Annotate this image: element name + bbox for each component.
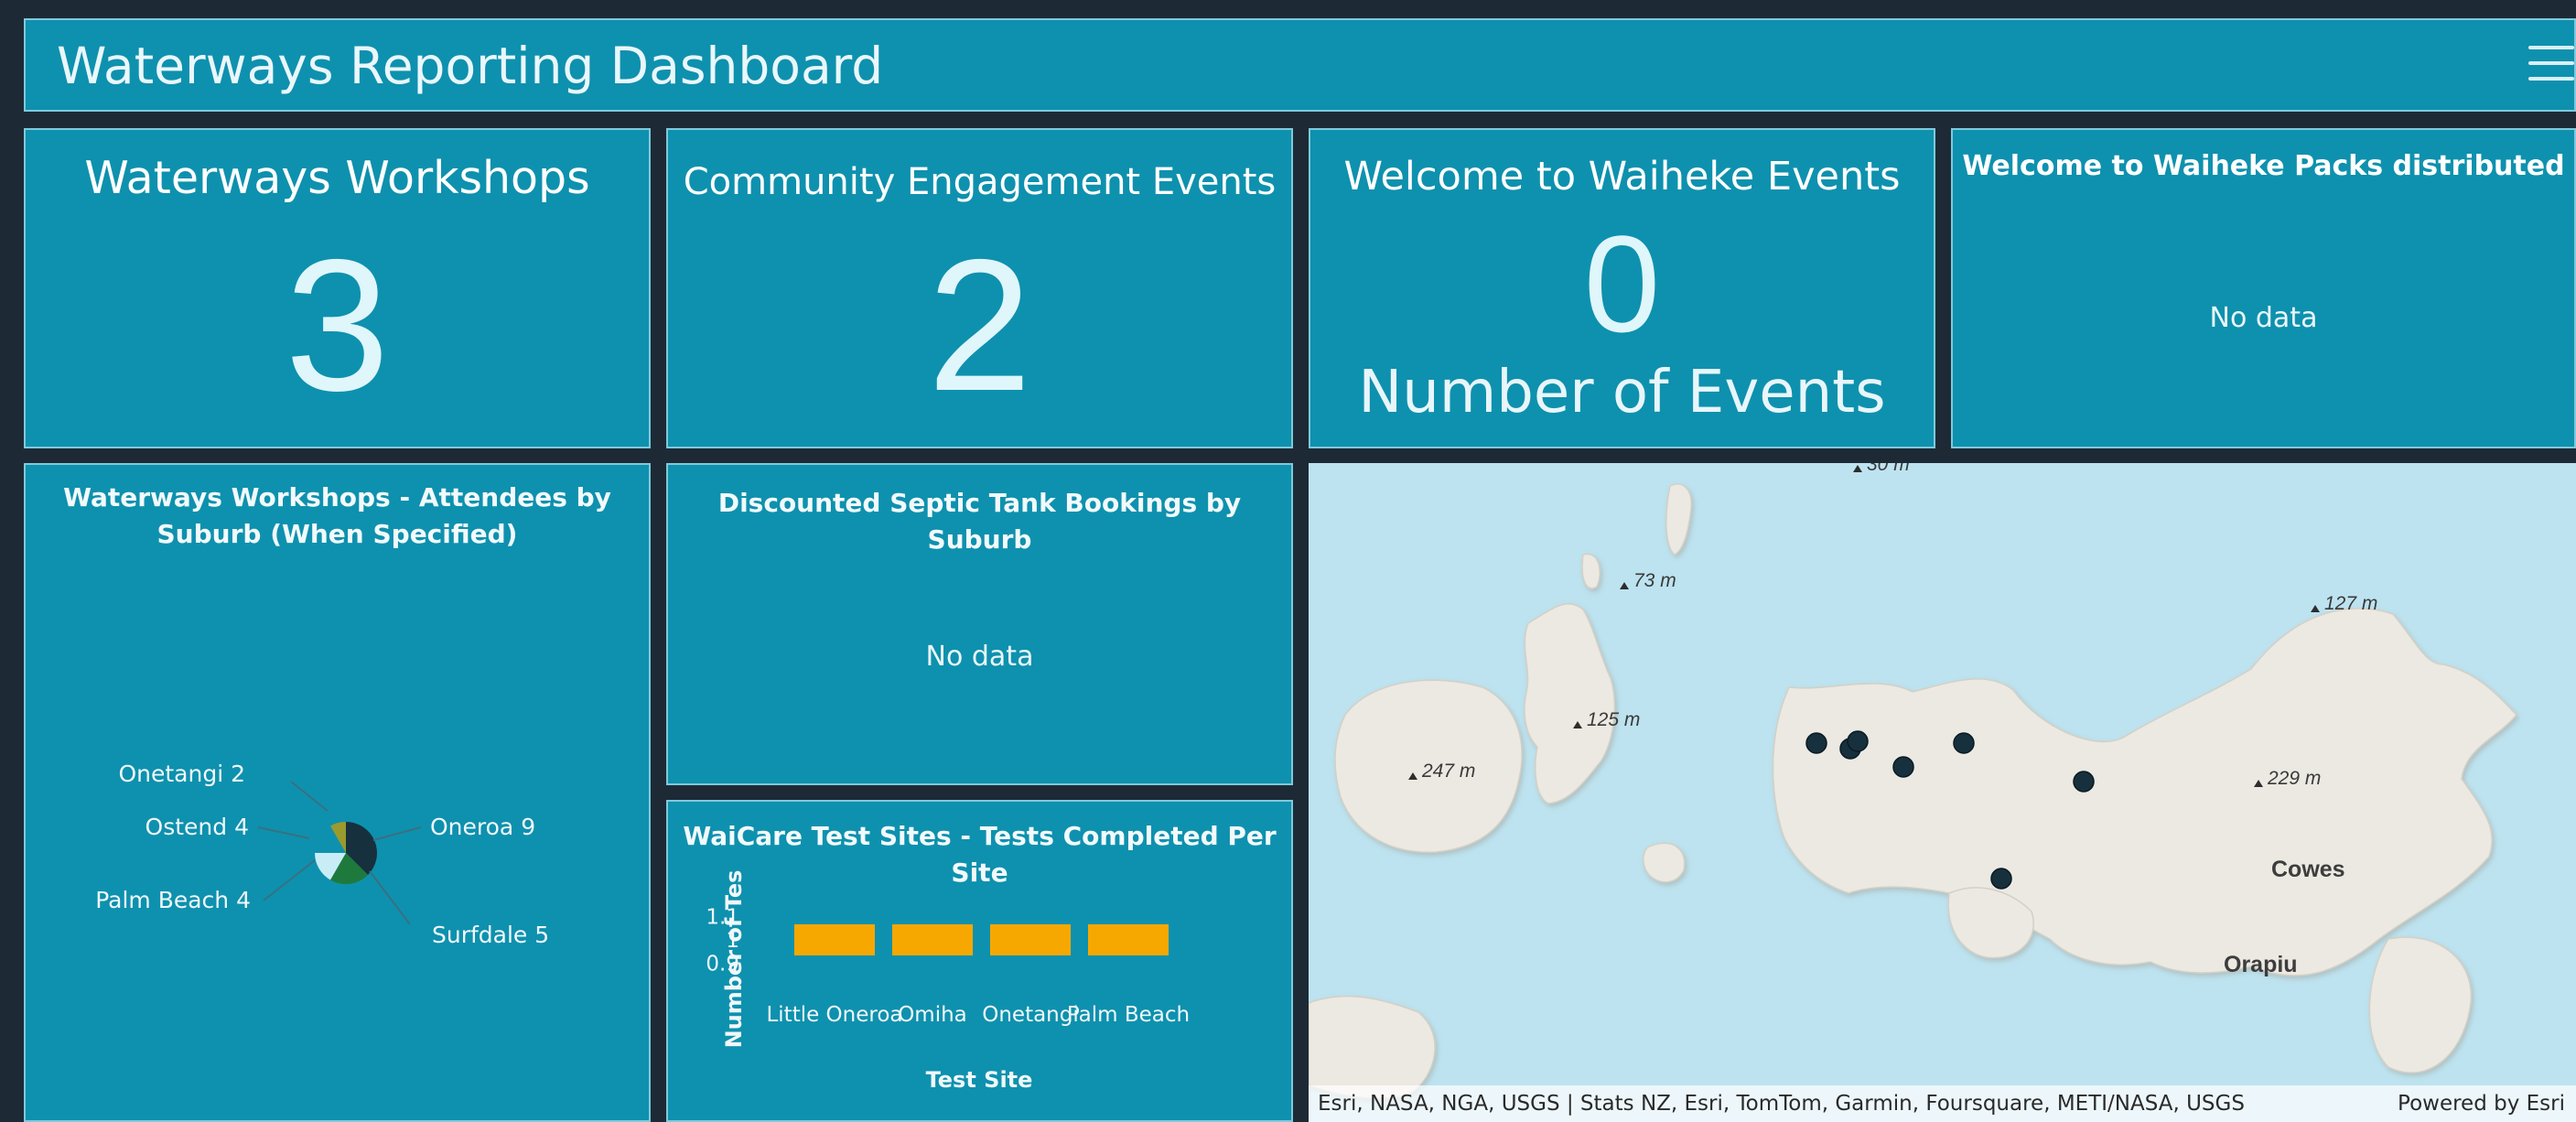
elevation-label-73: 73 m (1633, 570, 1676, 591)
map-canvas: 30 m 73 m 125 m 247 m 127 m 229 m Cowes … (1309, 463, 2518, 1099)
bar-omiha[interactable] (892, 924, 973, 955)
attribution-text: Esri, NASA, NGA, USGS | Stats NZ, Esri, … (1318, 1092, 2245, 1116)
x-axis-label: Test Site (926, 1067, 1033, 1093)
test-site-marker[interactable] (1847, 730, 1869, 752)
y-axis-label: Number of Tes (721, 870, 747, 1049)
indicator-bottom-text: Number of Events (1358, 359, 1886, 426)
pie-label-palm-beach: Palm Beach 4 (95, 887, 251, 913)
x-tick-label: Omiha (898, 1003, 967, 1027)
indicator-title: Waterways Workshops (84, 152, 590, 204)
dashboard-title: Waterways Reporting Dashboard (57, 37, 884, 95)
elevation-label-229: 229 m (2267, 768, 2321, 789)
test-site-marker[interactable] (2073, 771, 2095, 793)
dashboard-header: Waterways Reporting Dashboard (24, 18, 2576, 112)
test-site-marker[interactable] (1990, 868, 2012, 890)
pie-label-oneroa: Oneroa 9 (430, 814, 535, 840)
pie-chart-panel: Waterways Workshops - Attendees by Subur… (24, 463, 651, 1122)
indicator-community-engagement-events: Community Engagement Events 2 (666, 128, 1293, 448)
test-site-marker[interactable] (1805, 732, 1827, 754)
place-label-orapiu: Orapiu (2224, 952, 2298, 977)
x-tick-label: Palm Beach (1067, 1003, 1190, 1027)
test-site-marker[interactable] (1953, 732, 1975, 754)
map-view[interactable]: 30 m 73 m 125 m 247 m 127 m 229 m Cowes … (1309, 463, 2576, 1122)
x-tick-label: Onetangi (982, 1003, 1079, 1027)
indicator-value: 0 (1583, 207, 1661, 361)
indicator-value: 3 (285, 221, 390, 430)
indicator-waterways-workshops: Waterways Workshops 3 (24, 128, 651, 448)
pie-label-surfdale: Surfdale 5 (432, 922, 549, 948)
bar-palm-beach[interactable] (1088, 924, 1169, 955)
map-attribution: Esri, NASA, NGA, USGS | Stats NZ, Esri, … (1309, 1085, 2576, 1122)
place-label-cowes: Cowes (2271, 857, 2345, 882)
bar-onetangi[interactable] (990, 924, 1071, 955)
indicator-value: 2 (927, 221, 1032, 430)
no-data-text: No data (925, 641, 1034, 673)
test-site-marker[interactable] (1892, 756, 1914, 778)
indicator-title: Welcome to Waiheke Packs distributed (1962, 150, 2565, 182)
septic-bookings-title: Discounted Septic Tank Bookings by Subur… (717, 488, 1242, 555)
indicator-welcome-packs-distributed: Welcome to Waiheke Packs distributed No … (1951, 128, 2576, 448)
pie-label-ostend: Ostend 4 (146, 814, 249, 840)
elevation-label-247: 247 m (1421, 761, 1475, 782)
x-tick-label: Little Oneroa (766, 1003, 902, 1027)
bar-chart-panel: WaiCare Test Sites - Tests Completed Per… (666, 800, 1293, 1122)
bar-chart: 1.110.9Number of Tes Little OneroaOmiha On… (706, 870, 1190, 1093)
bar-little-oneroa[interactable] (794, 924, 875, 955)
elevation-label-125: 125 m (1587, 709, 1640, 730)
pie-label-onetangi: Onetangi 2 (118, 761, 245, 787)
indicator-title: Community Engagement Events (683, 161, 1277, 203)
indicator-title: Welcome to Waiheke Events (1343, 154, 1901, 200)
hamburger-menu-icon[interactable] (2528, 46, 2574, 88)
map-land (1309, 483, 2518, 1099)
indicator-welcome-to-waiheke-events: Welcome to Waiheke Events 0 Number of Ev… (1309, 128, 1935, 448)
elevation-label-30: 30 m (1867, 463, 1910, 475)
no-data-text: No data (2209, 302, 2318, 334)
pie-chart: Onetangi 2 Ostend 4 Palm Beach 4 Oneroa … (95, 761, 549, 948)
elevation-label-127: 127 m (2324, 593, 2377, 614)
septic-bookings-panel: Discounted Septic Tank Bookings by Subur… (666, 463, 1293, 785)
powered-by-esri[interactable]: Powered by Esri (2398, 1085, 2565, 1122)
